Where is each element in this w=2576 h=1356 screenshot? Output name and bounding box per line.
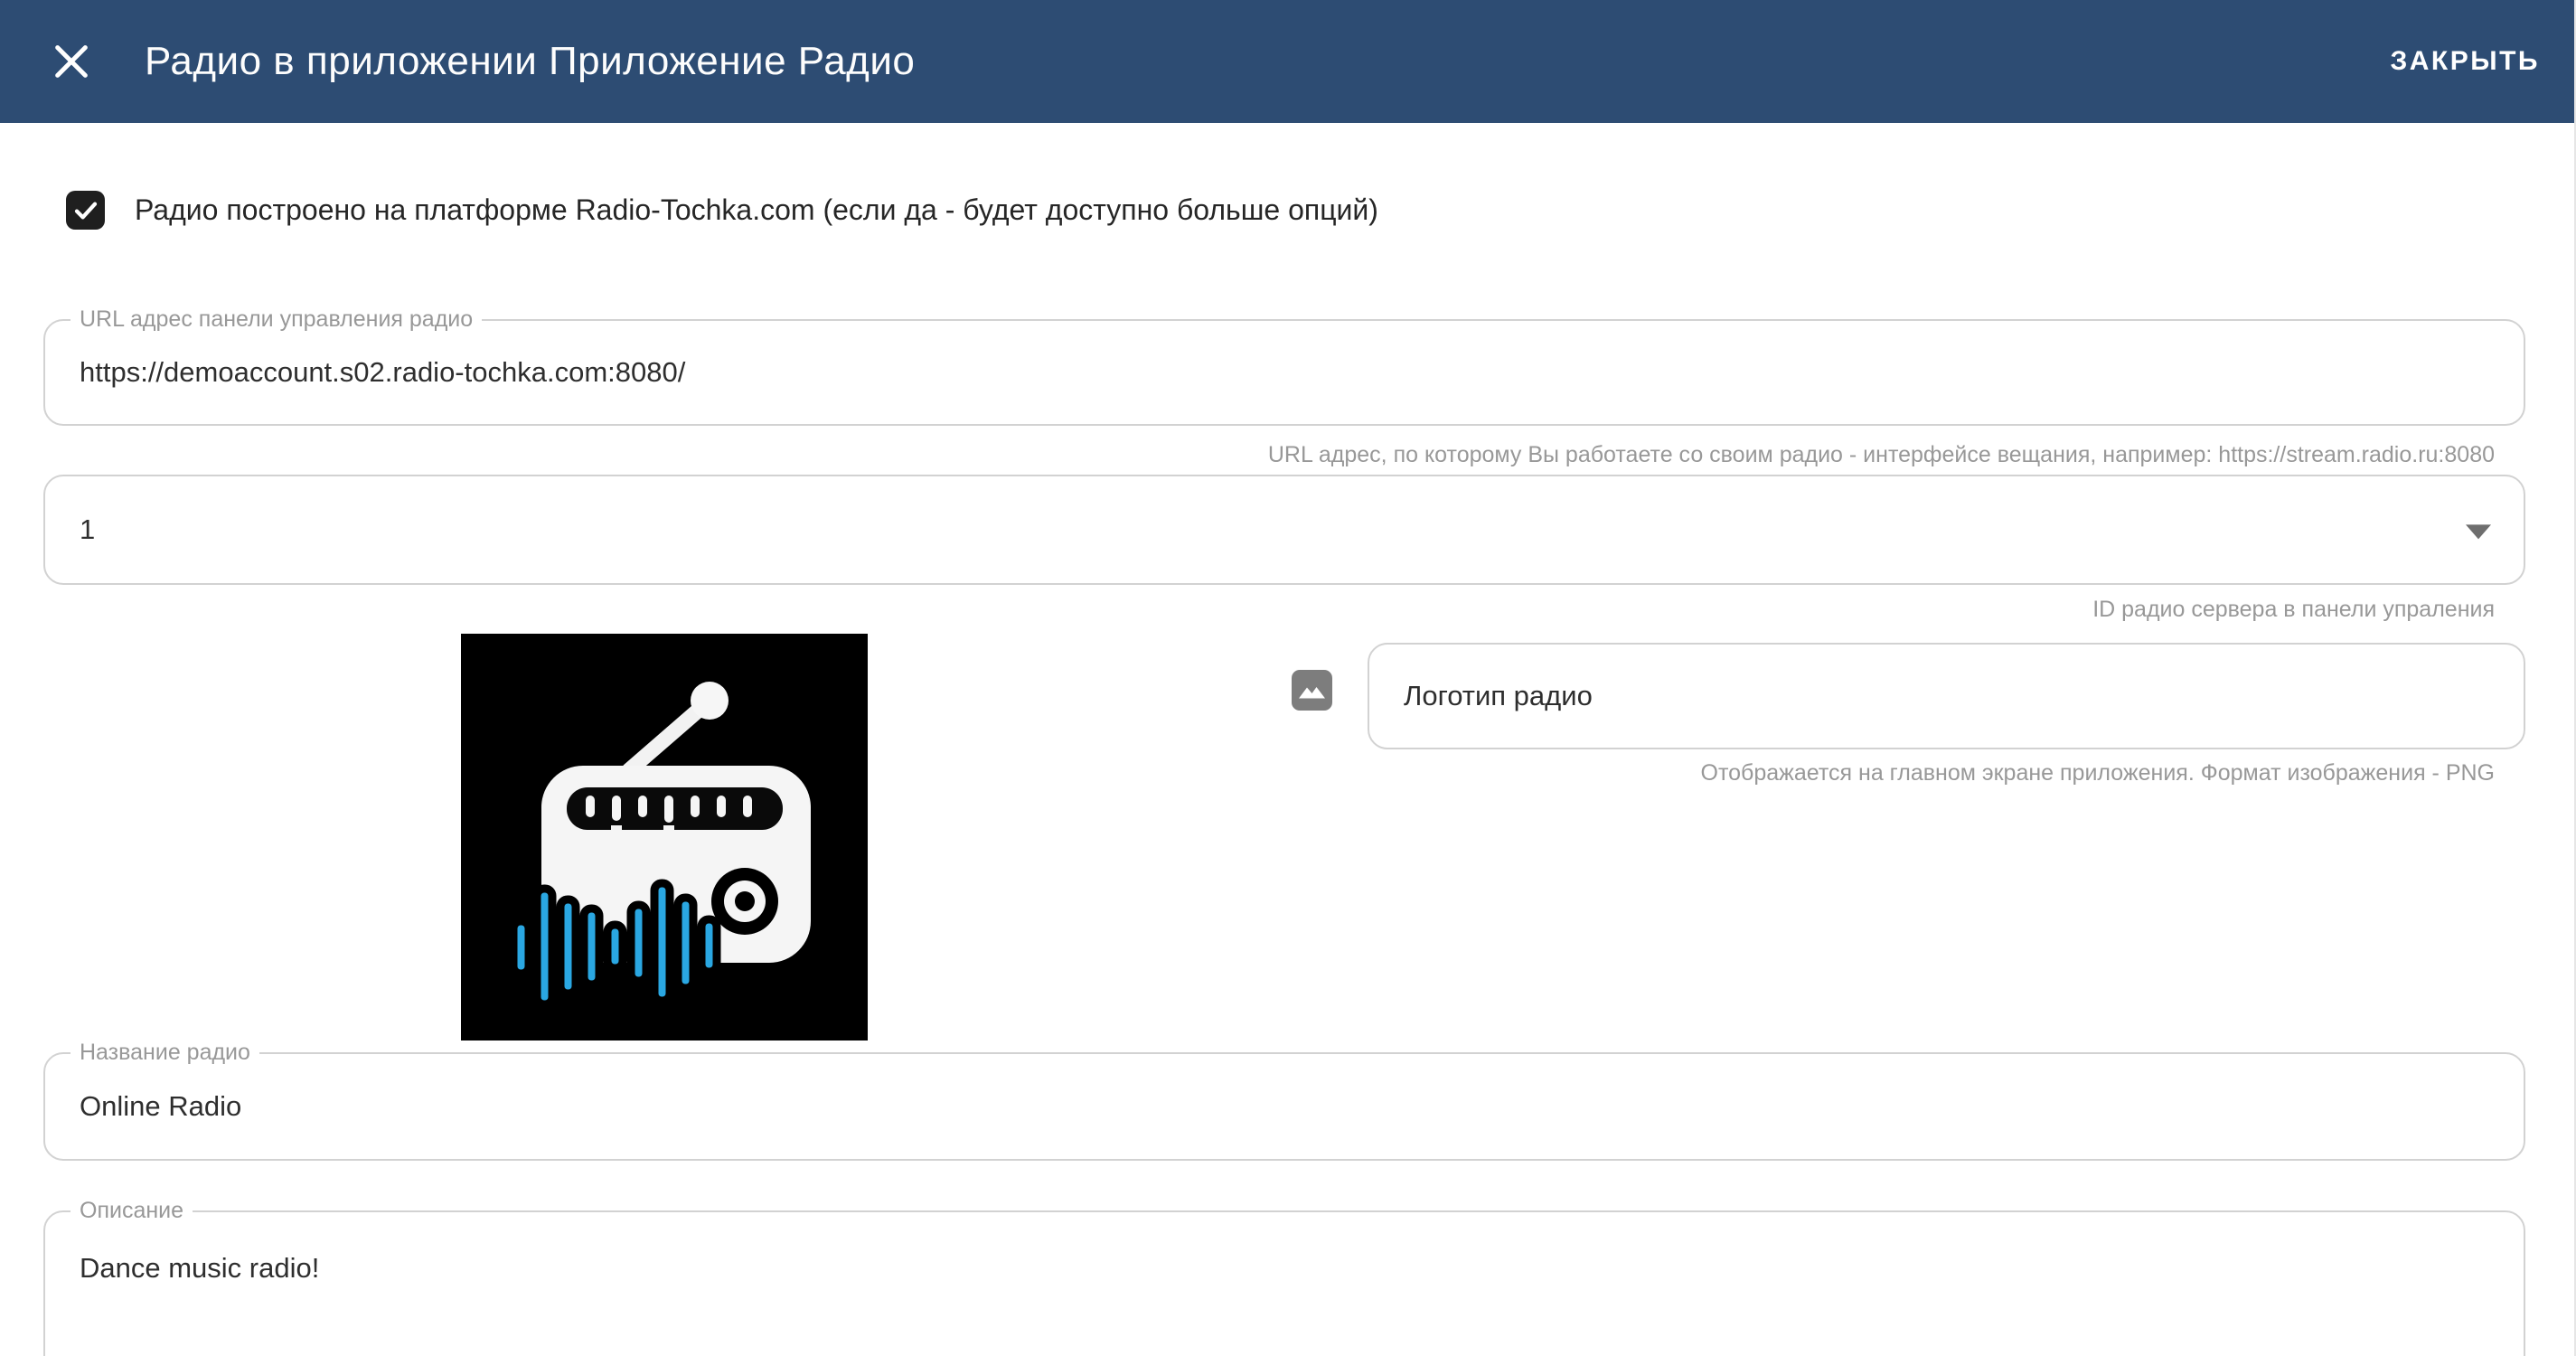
radio-name-field: Название радио (43, 1052, 2525, 1161)
image-icon (1292, 670, 1332, 711)
description-field: Описание (43, 1210, 2525, 1356)
panel-url-input[interactable] (45, 321, 2524, 424)
dropdown-arrow-icon[interactable] (2466, 524, 2491, 539)
logo-field-value: Логотип радио (1404, 645, 1593, 748)
close-icon[interactable] (51, 41, 92, 82)
logo-helper: Отображается на главном экране приложени… (43, 760, 2495, 786)
platform-checkbox[interactable] (66, 191, 105, 230)
logo-field[interactable]: Логотип радио (1368, 643, 2525, 749)
radio-name-input[interactable] (45, 1054, 2524, 1159)
radio-app-settings-dialog: Радио в приложении Приложение Радио ЗАКР… (0, 0, 2576, 1356)
app-bar: Радио в приложении Приложение Радио ЗАКР… (0, 0, 2576, 123)
close-button[interactable]: ЗАКРЫТЬ (2390, 46, 2540, 77)
panel-url-field: URL адрес панели управления радио (43, 319, 2525, 426)
server-id-select[interactable]: 1 (43, 475, 2525, 585)
platform-checkbox-label: Радио построено на платформе Radio-Tochk… (135, 193, 1378, 227)
radio-logo-image (461, 634, 868, 1041)
platform-checkbox-row[interactable]: Радио построено на платформе Radio-Tochk… (66, 191, 1378, 230)
dialog-title: Радио в приложении Приложение Радио (145, 39, 915, 84)
server-id-value: 1 (80, 476, 95, 583)
server-id-helper: ID радио сервера в панели упраления (43, 597, 2495, 623)
description-input[interactable] (45, 1212, 2524, 1324)
panel-url-helper: URL адрес, по которому Вы работаете со с… (43, 442, 2495, 468)
